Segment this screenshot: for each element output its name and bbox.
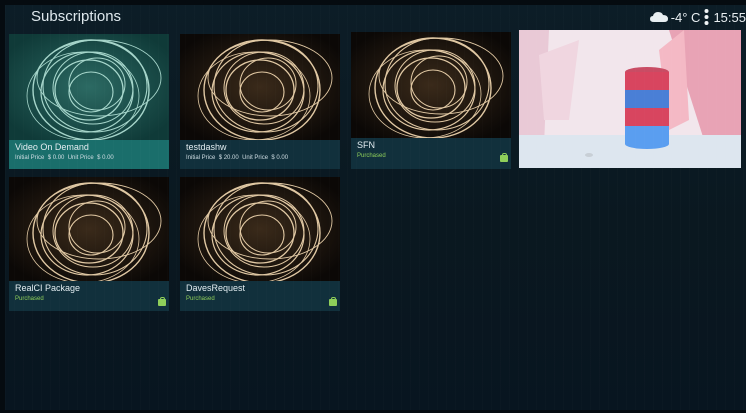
tile-thumbnail <box>180 34 340 140</box>
subscription-tile-davesrequest[interactable]: DavesRequest Purchased <box>180 177 340 311</box>
tile-prices: Initial Price $ 20.00 Unit Price $ 0.00 <box>186 155 289 161</box>
video-preview[interactable] <box>519 30 741 168</box>
tile-thumbnail <box>351 32 511 138</box>
tile-thumbnail <box>180 177 340 281</box>
header-bar: Subscriptions -4° C 15:55 <box>5 5 746 29</box>
subscription-tile-sfn[interactable]: SFN Purchased <box>351 32 511 169</box>
tile-caption: SFN Purchased <box>351 138 511 169</box>
temperature: -4° C <box>670 9 701 25</box>
shopping-bag-icon <box>158 297 166 306</box>
tile-caption: DavesRequest Purchased <box>180 281 340 311</box>
shopping-bag-icon <box>329 297 337 306</box>
subscription-tile-testdashw[interactable]: testdashw Initial Price $ 20.00 Unit Pri… <box>180 34 340 169</box>
tile-caption: RealCI Package Purchased <box>9 281 169 311</box>
tile-thumbnail <box>9 34 169 140</box>
purchased-status: Purchased <box>186 296 215 302</box>
tile-name: RealCI Package <box>15 283 81 293</box>
page-title: Subscriptions <box>31 8 122 25</box>
tile-caption: Video On Demand Initial Price $ 0.00 Uni… <box>9 140 169 169</box>
subscription-tile-video-on-demand[interactable]: Video On Demand Initial Price $ 0.00 Uni… <box>9 34 169 169</box>
tile-name: Video On Demand <box>15 142 89 152</box>
tile-name: DavesRequest <box>186 283 246 293</box>
tile-name: testdashw <box>186 142 227 152</box>
tile-caption: testdashw Initial Price $ 20.00 Unit Pri… <box>180 140 340 169</box>
tile-name: SFN <box>357 140 375 150</box>
clock: 15:55 <box>713 9 746 25</box>
tile-prices: Initial Price $ 0.00 Unit Price $ 0.00 <box>15 155 114 161</box>
more-vertical-icon[interactable] <box>704 8 709 26</box>
purchased-status: Purchased <box>357 153 386 159</box>
shopping-bag-icon <box>500 153 508 162</box>
tile-thumbnail <box>9 177 169 281</box>
status-area: -4° C 15:55 <box>649 7 746 27</box>
cloud-icon <box>649 12 668 22</box>
subscription-tile-realci-package[interactable]: RealCI Package Purchased <box>9 177 169 311</box>
screen: Subscriptions -4° C 15:55 Video On Deman… <box>5 5 746 410</box>
purchased-status: Purchased <box>15 296 44 302</box>
